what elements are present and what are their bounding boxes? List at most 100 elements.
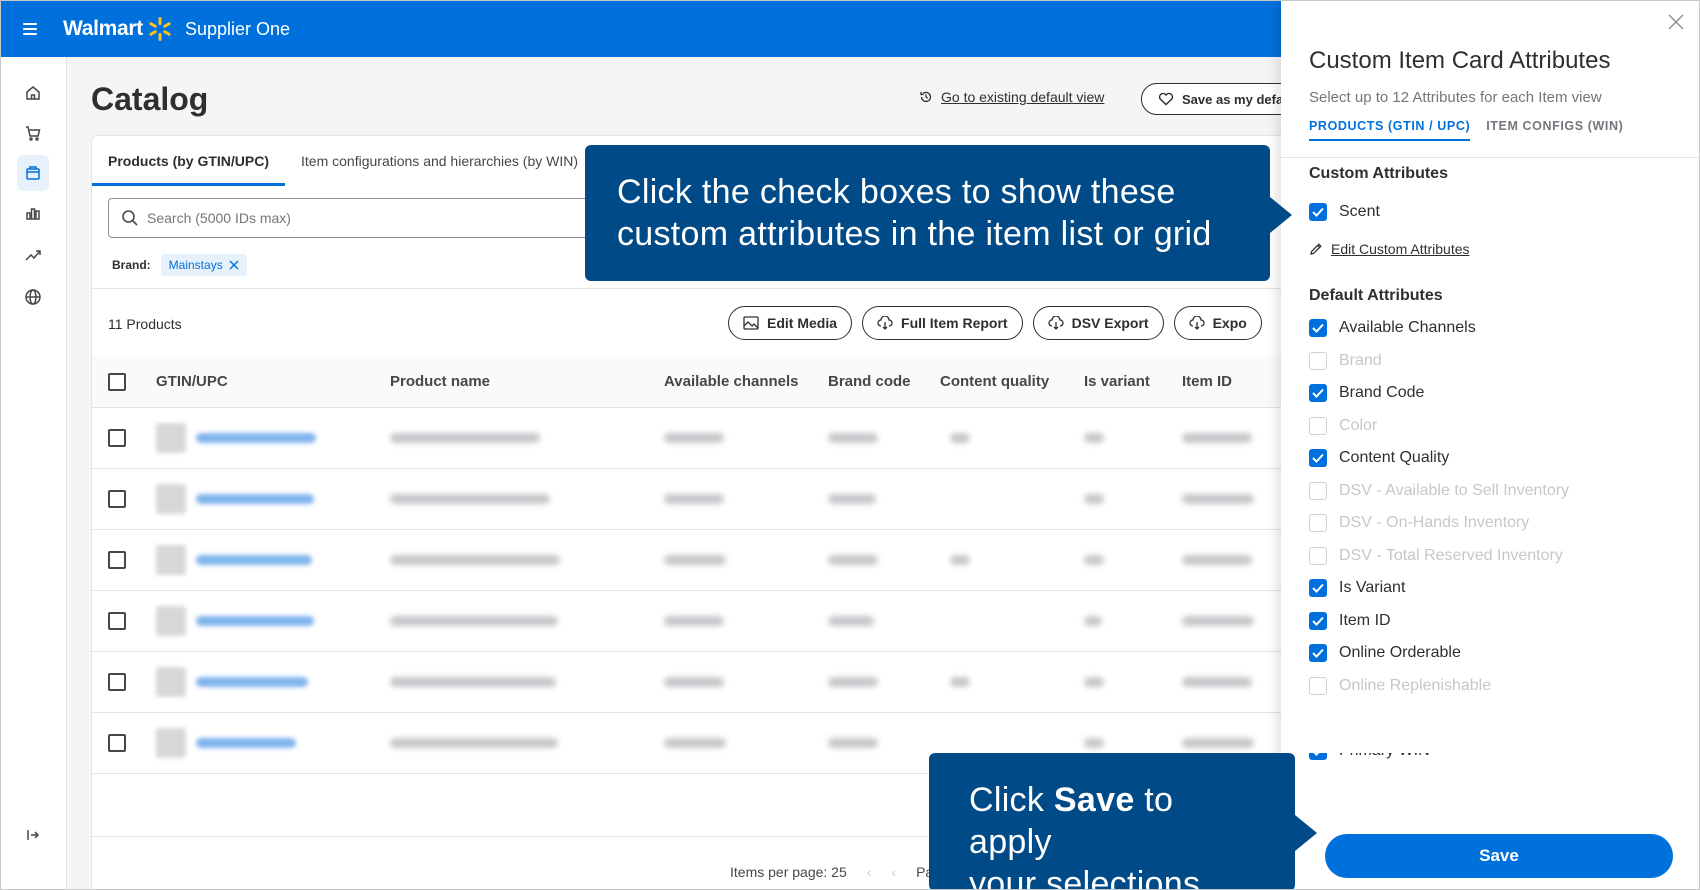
attribute-option[interactable]: Brand xyxy=(1309,351,1382,370)
row-checkbox[interactable] xyxy=(108,612,126,630)
product-name-cell xyxy=(390,494,664,504)
export-button[interactable]: Expo xyxy=(1173,306,1262,340)
row-checkbox[interactable] xyxy=(108,734,126,752)
blurred-value xyxy=(664,677,724,687)
row-checkbox[interactable] xyxy=(108,490,126,508)
nav-global[interactable] xyxy=(17,279,49,315)
dsv-export-button[interactable]: DSV Export xyxy=(1032,306,1164,340)
brand-code-cell xyxy=(828,433,940,443)
nav-analytics[interactable] xyxy=(17,195,49,231)
save-as-default-button[interactable]: Save as my defa xyxy=(1141,83,1301,115)
column-header-content-quality[interactable]: Content quality xyxy=(940,373,1084,390)
nav-orders[interactable] xyxy=(17,115,49,151)
unchecked-checkbox[interactable] xyxy=(1309,676,1327,695)
attribute-option[interactable]: Is Variant xyxy=(1309,579,1405,597)
attribute-option[interactable]: Content Quality xyxy=(1309,449,1449,467)
save-callout-line1: Click Save to apply xyxy=(969,779,1255,863)
column-header-product-name[interactable]: Product name xyxy=(390,373,664,390)
table-row[interactable] xyxy=(92,530,1290,591)
checked-checkbox[interactable] xyxy=(1309,449,1327,467)
attribute-option[interactable]: Scent xyxy=(1309,203,1380,221)
attribute-option[interactable]: DSV - Total Reserved Inventory xyxy=(1309,546,1563,565)
unchecked-checkbox[interactable] xyxy=(1309,514,1327,532)
gtin-link[interactable] xyxy=(196,616,314,626)
attribute-option[interactable]: Brand Code xyxy=(1309,384,1424,402)
tab-item-configs-win[interactable]: ITEM CONFIGS (WIN) xyxy=(1486,119,1623,141)
gtin-link[interactable] xyxy=(196,677,308,687)
column-header-brand-code[interactable]: Brand code xyxy=(828,373,940,390)
unchecked-checkbox[interactable] xyxy=(1309,546,1327,565)
nav-home[interactable] xyxy=(17,75,49,111)
heart-icon xyxy=(1158,92,1174,106)
save-callout-pre: Click xyxy=(969,781,1054,819)
full-item-report-button[interactable]: Full Item Report xyxy=(862,306,1023,340)
attribute-option[interactable]: Online Replenishable xyxy=(1309,676,1491,695)
item-id-cell xyxy=(1182,616,1290,626)
table-row[interactable] xyxy=(92,469,1290,530)
attribute-option-label: Online Orderable xyxy=(1339,644,1461,661)
row-checkbox[interactable] xyxy=(108,551,126,569)
checked-checkbox[interactable] xyxy=(1309,611,1327,630)
tab-item-configurations[interactable]: Item configurations and hierarchies (by … xyxy=(285,136,594,186)
edit-media-button[interactable]: Edit Media xyxy=(728,306,853,340)
tab-products-gtin[interactable]: PRODUCTS (GTIN / UPC) xyxy=(1309,119,1471,141)
attribute-option[interactable]: Available Channels xyxy=(1309,319,1476,337)
column-header-gtin[interactable]: GTIN/UPC xyxy=(156,373,374,390)
close-icon[interactable] xyxy=(229,260,239,270)
attribute-option[interactable]: Online Orderable xyxy=(1309,644,1461,662)
unchecked-checkbox[interactable] xyxy=(1309,416,1327,435)
blurred-value xyxy=(1084,555,1104,565)
dsv-export-label: DSV Export xyxy=(1071,315,1149,331)
gtin-link[interactable] xyxy=(196,494,314,504)
first-page-icon[interactable]: ‹ xyxy=(867,864,872,880)
table-row[interactable] xyxy=(92,408,1290,469)
column-header-is-variant[interactable]: Is variant xyxy=(1084,373,1182,390)
column-header-item-id[interactable]: Item ID xyxy=(1182,373,1290,390)
gtin-link[interactable] xyxy=(196,433,316,443)
gtin-link[interactable] xyxy=(196,738,296,748)
items-per-page[interactable]: Items per page: 25 xyxy=(730,864,847,880)
edit-custom-attributes-link[interactable]: Edit Custom Attributes xyxy=(1309,241,1470,257)
row-checkbox[interactable] xyxy=(108,429,126,447)
select-all-checkbox[interactable] xyxy=(108,372,126,391)
item-id-cell xyxy=(1182,433,1290,443)
nav-growth[interactable] xyxy=(17,237,49,273)
image-icon xyxy=(743,316,759,330)
filter-chip-mainstays[interactable]: Mainstays xyxy=(160,254,247,276)
blurred-value xyxy=(828,555,878,565)
check-icon xyxy=(1312,616,1324,626)
attribute-option[interactable]: Item ID xyxy=(1309,611,1391,630)
nav-expand[interactable] xyxy=(17,817,49,853)
blurred-value xyxy=(950,677,970,687)
checked-checkbox[interactable] xyxy=(1309,644,1327,662)
unchecked-checkbox[interactable] xyxy=(1309,351,1327,370)
column-header-available-channels[interactable]: Available channels xyxy=(664,373,828,390)
menu-icon[interactable] xyxy=(23,22,43,36)
checked-checkbox[interactable] xyxy=(1309,579,1327,597)
attribute-option[interactable]: DSV - Available to Sell Inventory xyxy=(1309,481,1569,500)
table-row[interactable] xyxy=(92,652,1290,713)
checked-checkbox[interactable] xyxy=(1309,384,1327,402)
brand-name[interactable]: Walmart xyxy=(63,17,143,41)
checked-checkbox[interactable] xyxy=(1309,319,1327,337)
row-checkbox[interactable] xyxy=(108,673,126,691)
attribute-option[interactable]: DSV - On-Hands Inventory xyxy=(1309,514,1529,532)
close-icon[interactable] xyxy=(1667,13,1685,31)
table-row[interactable] xyxy=(92,591,1290,652)
brand-code-cell xyxy=(828,494,940,504)
checked-checkbox[interactable] xyxy=(1309,203,1327,221)
attribute-option[interactable]: Color xyxy=(1309,416,1377,435)
prev-page-icon[interactable]: ‹ xyxy=(891,864,896,880)
save-button[interactable]: Save xyxy=(1325,834,1673,878)
gtin-link[interactable] xyxy=(196,555,312,565)
walmart-spark-icon xyxy=(149,17,171,41)
trend-icon xyxy=(25,250,41,261)
content-quality-cell xyxy=(940,494,1084,504)
export-label: Expo xyxy=(1212,315,1247,331)
tab-products[interactable]: Products (by GTIN/UPC) xyxy=(92,136,286,186)
save-callout: Click Save to apply your selections xyxy=(929,753,1317,889)
unchecked-checkbox[interactable] xyxy=(1309,481,1327,500)
go-to-default-view-link[interactable]: Go to existing default view xyxy=(919,89,1104,105)
channels-cell xyxy=(664,433,828,443)
nav-catalog[interactable] xyxy=(17,155,49,191)
